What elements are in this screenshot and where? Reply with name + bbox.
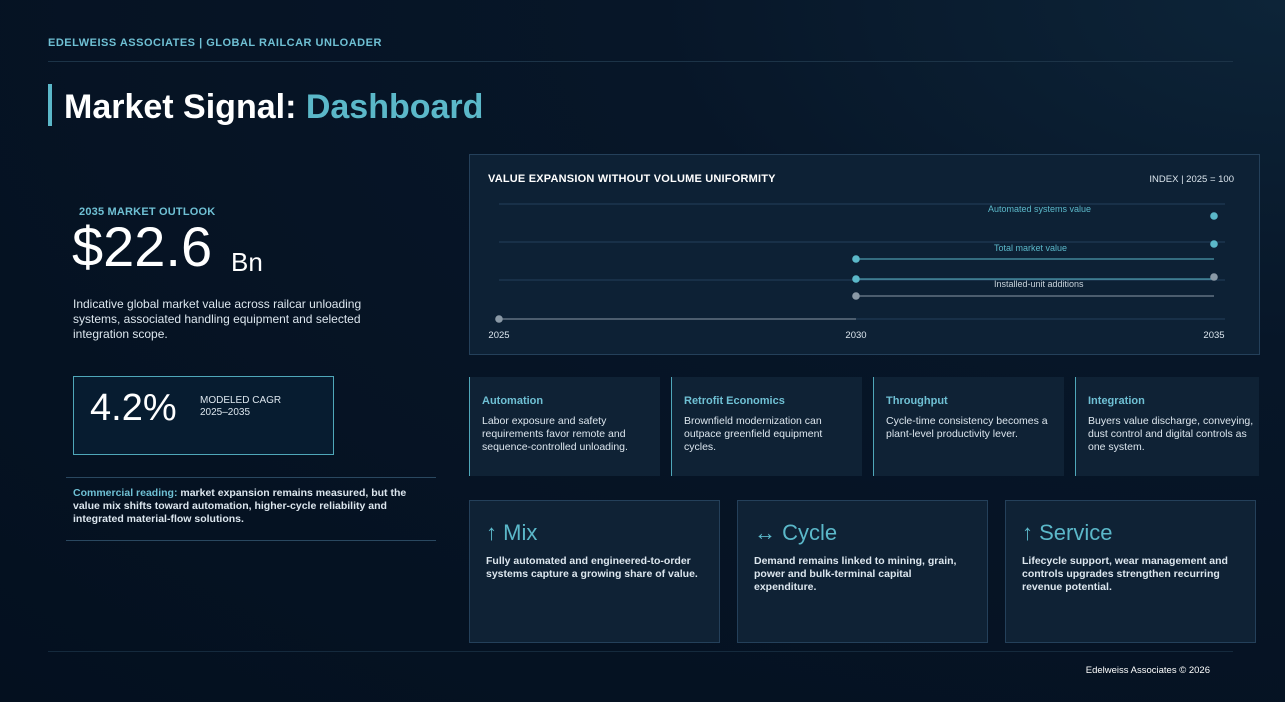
series-label: Automated systems value [988, 204, 1091, 214]
series-point [852, 255, 860, 263]
card-text: Fully automated and engineered-to-order … [486, 555, 698, 580]
card-cycle: ↔ Cycle Demand remains linked to mining,… [737, 500, 988, 643]
line-chart: 2025 2030 2035 Automated systems value Total… [488, 203, 1225, 341]
driver-integration: Integration Buyers value discharge, conv… [1075, 377, 1259, 476]
reading-divider-bottom [66, 540, 436, 541]
brand-line: EDELWEISS ASSOCIATES | GLOBAL RAILCAR UN… [48, 37, 382, 49]
cagr-label-line2: 2025–2035 [200, 407, 251, 418]
driver-text: Brownfield modernization can outpace gre… [684, 415, 823, 453]
driver-throughput: Throughput Cycle-time consistency become… [873, 377, 1064, 476]
cagr-label: MODELED CAGR 2025–2035 [200, 395, 281, 419]
page-title-main: Market Signal: [64, 88, 306, 126]
card-text: Lifecycle support, wear management and c… [1022, 555, 1228, 593]
series-point [852, 275, 860, 283]
card-head: ↑ Service [1022, 520, 1113, 545]
cagr-value: 4.2% [90, 387, 177, 429]
footer-divider [48, 651, 1233, 652]
card-head: ↔ Cycle [754, 520, 838, 545]
series-label: Total market value [994, 243, 1067, 253]
commercial-reading: Commercial reading: market expansion rem… [73, 487, 418, 526]
series-point [1210, 212, 1218, 220]
series-point [852, 292, 860, 300]
driver-title: Integration [1088, 395, 1145, 407]
driver-text: Buyers value discharge, conveying, dust … [1088, 415, 1254, 453]
series-label: Installed-unit additions [994, 279, 1084, 289]
driver-automation: Automation Labor exposure and safety req… [469, 377, 660, 476]
title-accent-bar [48, 84, 52, 126]
card-text: Demand remains linked to mining, grain, … [754, 555, 957, 593]
outlook-description: Indicative global market value across ra… [73, 297, 362, 341]
card-service: ↑ Service Lifecycle support, wear manage… [1005, 500, 1256, 643]
driver-retrofit-economics: Retrofit Economics Brownfield modernizat… [671, 377, 862, 476]
x-tick-label: 2025 [488, 330, 509, 341]
outlook-unit: Bn [231, 247, 263, 277]
cagr-label-line1: MODELED CAGR [200, 395, 282, 406]
card-head: ↑ Mix [486, 520, 538, 545]
x-tick-label: 2030 [845, 330, 866, 341]
driver-text: Labor exposure and safety requirements f… [482, 415, 628, 453]
series-point [1210, 273, 1218, 281]
footer-copyright: Edelweiss Associates © 2026 [1085, 665, 1210, 676]
commercial-reading-lead: Commercial reading: [73, 487, 178, 499]
series-point [1210, 240, 1218, 248]
x-tick-label: 2035 [1203, 330, 1224, 341]
outlook-value: $22.6 [72, 215, 213, 278]
driver-title: Throughput [886, 395, 948, 407]
card-mix: ↑ Mix Fully automated and engineered-to-… [469, 500, 720, 643]
reading-divider-top [66, 477, 436, 478]
page-title-accent: Dashboard [305, 88, 484, 126]
origin-point [495, 315, 503, 323]
header-divider [48, 61, 1233, 62]
driver-title: Retrofit Economics [684, 395, 785, 407]
driver-text: Cycle-time consistency becomes a plant-l… [886, 415, 1048, 440]
page-title: Market Signal: Dashboard [64, 88, 483, 127]
driver-title: Automation [482, 395, 544, 407]
